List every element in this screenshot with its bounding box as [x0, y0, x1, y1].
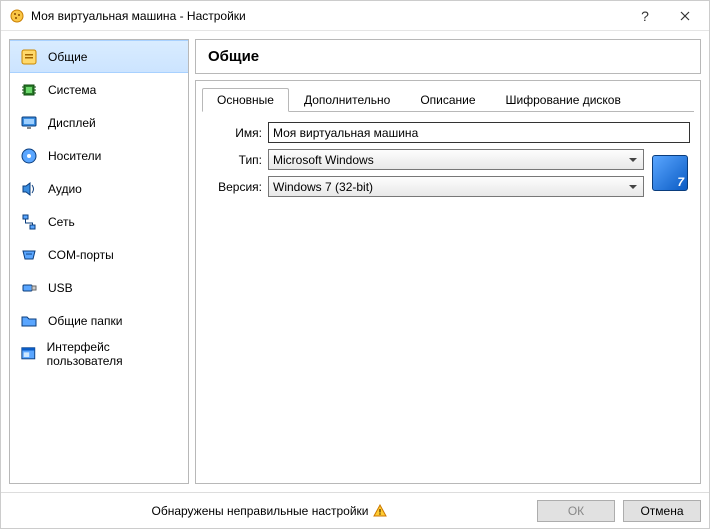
- version-label: Версия:: [206, 180, 262, 194]
- window-title: Моя виртуальная машина - Настройки: [31, 9, 625, 23]
- sidebar-item-label: USB: [48, 281, 73, 295]
- tab-basic[interactable]: Основные: [202, 88, 289, 112]
- titlebar: Моя виртуальная машина - Настройки ?: [1, 1, 709, 31]
- sidebar-item-ui[interactable]: Интерфейс пользователя: [10, 337, 188, 370]
- os-icon: 7: [652, 155, 688, 191]
- settings-body: Основные Дополнительно Описание Шифрован…: [195, 80, 701, 484]
- network-icon: [20, 213, 38, 231]
- tab-description[interactable]: Описание: [405, 88, 490, 112]
- status-text: Обнаружены неправильные настройки: [151, 504, 368, 518]
- sidebar-item-usb[interactable]: USB: [10, 271, 188, 304]
- ok-button[interactable]: ОК: [537, 500, 615, 522]
- warning-icon: [373, 504, 387, 518]
- name-label: Имя:: [206, 126, 262, 140]
- ui-icon: [20, 345, 37, 363]
- usb-icon: [20, 279, 38, 297]
- monitor-icon: [20, 114, 38, 132]
- chip-icon: [20, 81, 38, 99]
- sidebar-item-label: Общие: [48, 50, 87, 64]
- main-panel: Общие Основные Дополнительно Описание Ши…: [195, 39, 701, 484]
- sidebar-item-label: Система: [48, 83, 96, 97]
- sidebar-item-label: Дисплей: [48, 116, 96, 130]
- version-select[interactable]: Windows 7 (32-bit): [268, 176, 644, 197]
- help-button[interactable]: ?: [625, 2, 665, 30]
- sidebar-item-display[interactable]: Дисплей: [10, 106, 188, 139]
- sidebar-item-shared-folders[interactable]: Общие папки: [10, 304, 188, 337]
- sidebar-item-label: Сеть: [48, 215, 75, 229]
- footer: Обнаружены неправильные настройки ОК Отм…: [1, 492, 709, 528]
- disk-icon: [20, 147, 38, 165]
- content-area: Общие Система Дисплей Носители Аудио: [1, 31, 709, 492]
- speaker-icon: [20, 180, 38, 198]
- sidebar-item-general[interactable]: Общие: [10, 40, 188, 73]
- sidebar-item-system[interactable]: Система: [10, 73, 188, 106]
- sidebar-item-label: Носители: [48, 149, 101, 163]
- sidebar-item-label: COM-порты: [48, 248, 114, 262]
- sidebar-item-network[interactable]: Сеть: [10, 205, 188, 238]
- close-button[interactable]: [665, 2, 705, 30]
- type-value: Microsoft Windows: [273, 153, 374, 167]
- tab-advanced[interactable]: Дополнительно: [289, 88, 405, 112]
- general-icon: [20, 48, 38, 66]
- name-input[interactable]: [268, 122, 690, 143]
- page-title: Общие: [195, 39, 701, 74]
- sidebar-item-label: Общие папки: [48, 314, 122, 328]
- type-label: Тип:: [206, 153, 262, 167]
- sidebar-item-storage[interactable]: Носители: [10, 139, 188, 172]
- cancel-button[interactable]: Отмена: [623, 500, 701, 522]
- tab-encryption[interactable]: Шифрование дисков: [491, 88, 636, 112]
- sidebar-item-serial[interactable]: COM-порты: [10, 238, 188, 271]
- sidebar-item-label: Интерфейс пользователя: [47, 340, 178, 368]
- sidebar: Общие Система Дисплей Носители Аудио: [9, 39, 189, 484]
- os-badge: 7: [677, 175, 684, 189]
- sidebar-item-audio[interactable]: Аудио: [10, 172, 188, 205]
- app-icon: [9, 8, 25, 24]
- serial-port-icon: [20, 246, 38, 264]
- tabs: Основные Дополнительно Описание Шифрован…: [202, 87, 694, 112]
- type-select[interactable]: Microsoft Windows: [268, 149, 644, 170]
- sidebar-item-label: Аудио: [48, 182, 82, 196]
- folder-icon: [20, 312, 38, 330]
- general-form: Имя: Тип: Microsoft Windows 7 Версия: Wi…: [202, 122, 694, 197]
- version-value: Windows 7 (32-bit): [273, 180, 373, 194]
